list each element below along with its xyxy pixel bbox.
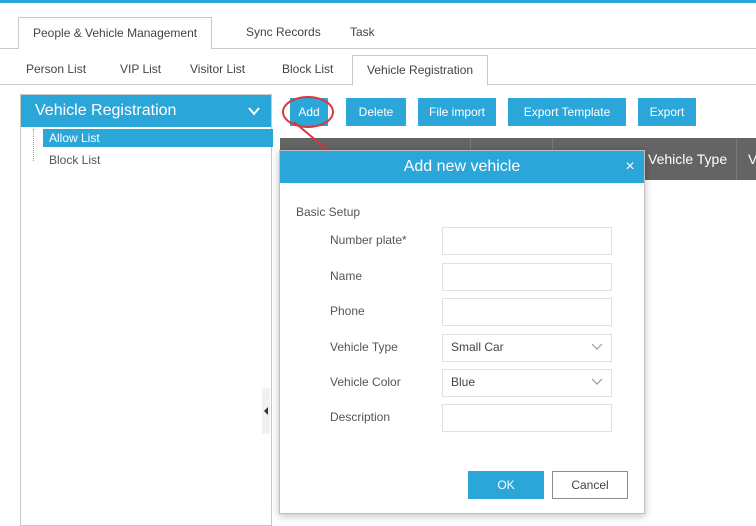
- tab-person-list[interactable]: Person List: [26, 55, 86, 84]
- description-field[interactable]: [442, 404, 612, 432]
- sidebar-header[interactable]: Vehicle Registration: [21, 95, 271, 127]
- vehicle-color-value: Blue: [451, 375, 476, 389]
- vehicle-type-label: Vehicle Type: [330, 340, 398, 354]
- caret-left-icon: [264, 407, 268, 415]
- vehicle-type-value: Small Car: [451, 340, 504, 354]
- name-label: Name: [330, 269, 363, 283]
- tab-vehicle-registration[interactable]: Vehicle Registration: [352, 55, 489, 86]
- cancel-button[interactable]: Cancel: [552, 471, 628, 499]
- section-label-basic-setup: Basic Setup: [296, 205, 361, 219]
- export-template-button[interactable]: Export Template: [508, 98, 626, 126]
- tab-visitor-list[interactable]: Visitor List: [190, 55, 245, 84]
- tree-connector: [33, 129, 34, 161]
- sub-tab-bar: Person List VIP List Visitor List Block …: [0, 49, 756, 86]
- chevron-down-icon: [591, 378, 603, 385]
- tab-sync-records[interactable]: Sync Records: [232, 17, 335, 49]
- sidebar: Vehicle Registration Allow List Block Li…: [20, 94, 273, 526]
- chevron-down-icon[interactable]: [247, 104, 261, 118]
- export-button[interactable]: Export: [638, 98, 696, 126]
- number-plate-label: Number plate*: [330, 233, 407, 247]
- phone-label: Phone: [330, 304, 365, 318]
- add-vehicle-dialog: Add new vehicle × Basic Setup Number pla…: [279, 150, 645, 514]
- sidebar-title: Vehicle Registration: [35, 102, 177, 119]
- file-import-button[interactable]: File import: [418, 98, 496, 126]
- number-plate-field[interactable]: [442, 227, 612, 255]
- name-field[interactable]: [442, 263, 612, 291]
- tab-block-list[interactable]: Block List: [282, 55, 333, 84]
- ok-button[interactable]: OK: [468, 471, 544, 499]
- tab-vip-list[interactable]: VIP List: [120, 55, 161, 84]
- dialog-title: Add new vehicle: [280, 151, 644, 183]
- description-label: Description: [330, 410, 391, 424]
- column-divider: [736, 138, 737, 180]
- tab-task[interactable]: Task: [336, 17, 389, 49]
- main-tab-bar: People & Vehicle Management Sync Records…: [0, 3, 756, 51]
- column-header-vehicle-type[interactable]: Vehicle Type: [648, 138, 727, 180]
- phone-field[interactable]: [442, 298, 612, 326]
- tab-people-vehicle-management[interactable]: People & Vehicle Management: [18, 17, 213, 51]
- collapse-handle[interactable]: [262, 388, 270, 434]
- vehicle-type-select[interactable]: Small Car: [442, 334, 612, 362]
- column-header-truncated[interactable]: V: [748, 138, 756, 180]
- chevron-down-icon: [591, 343, 603, 350]
- sidebar-item-allow-list[interactable]: Allow List: [43, 129, 273, 147]
- sidebar-item-block-list[interactable]: Block List: [43, 151, 100, 169]
- vehicle-color-select[interactable]: Blue: [442, 369, 612, 397]
- close-icon[interactable]: ×: [622, 151, 638, 183]
- vehicle-color-label: Vehicle Color: [330, 375, 401, 389]
